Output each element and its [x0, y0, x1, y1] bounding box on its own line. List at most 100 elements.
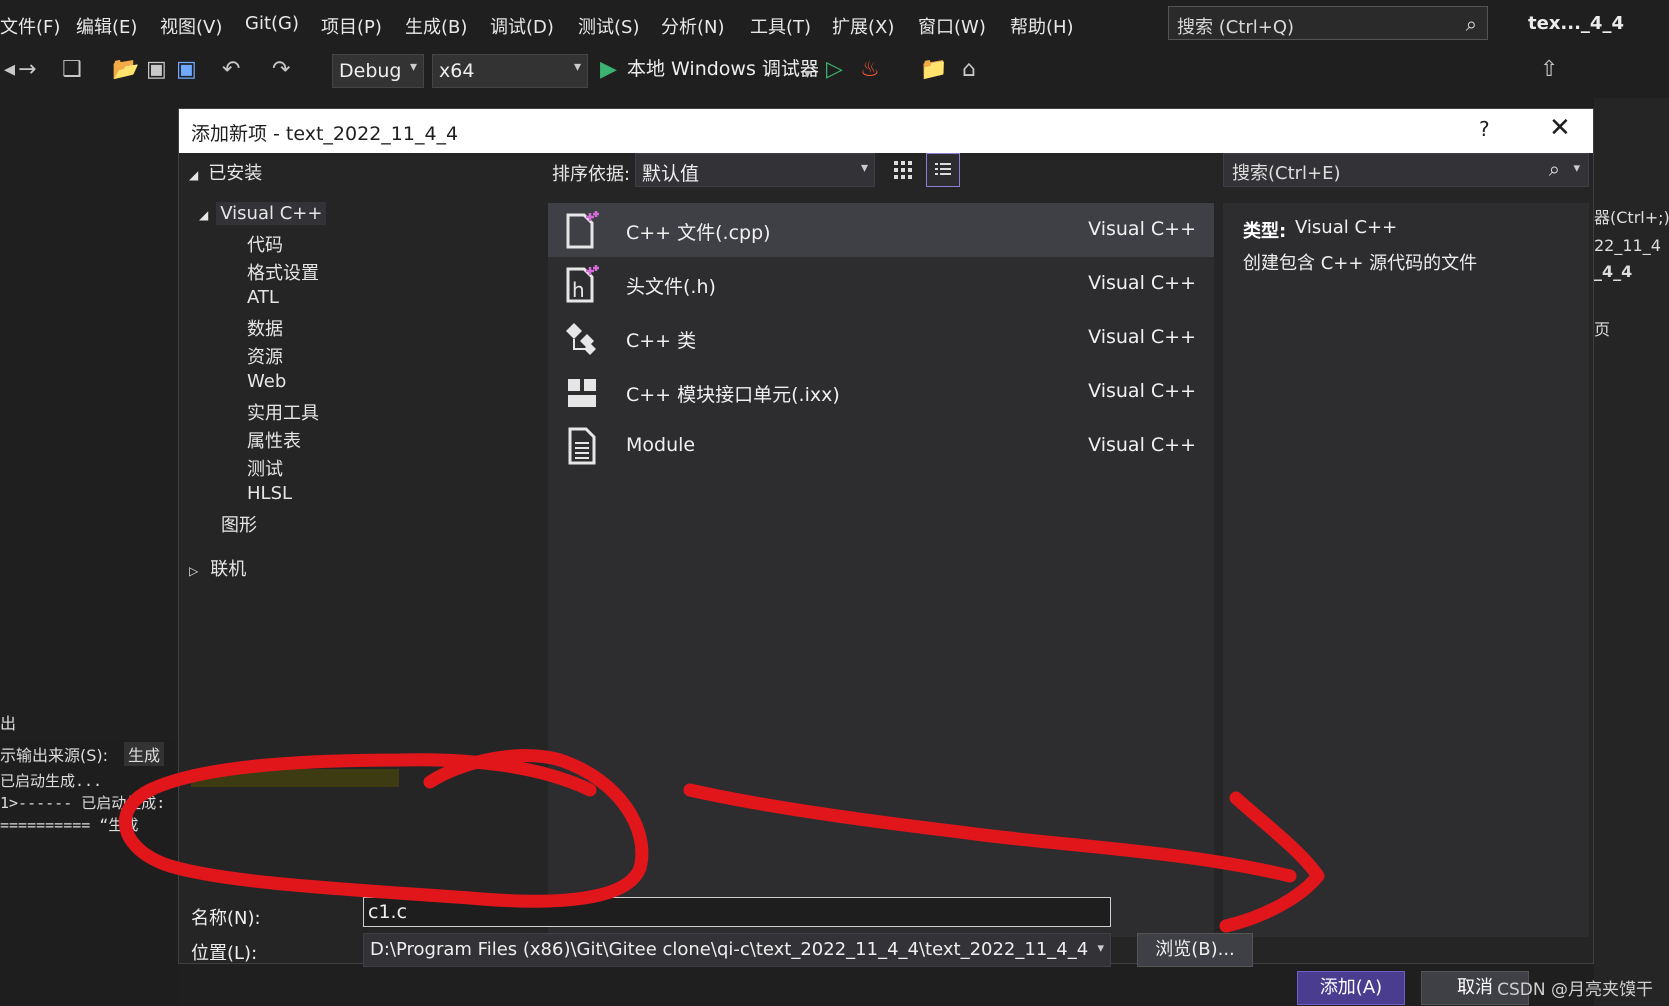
layout-icon[interactable]: ⌂: [962, 58, 976, 82]
tree-item-web[interactable]: Web: [247, 371, 286, 392]
tree-item-graphics[interactable]: 图形: [221, 511, 257, 537]
chevron-down-icon: ▾: [573, 59, 581, 75]
module-document-icon: [568, 427, 596, 465]
tree-item-property-sheets[interactable]: 属性表: [247, 427, 301, 453]
add-button[interactable]: 添加(A): [1297, 971, 1405, 1005]
chevron-down-icon[interactable]: ▾: [804, 62, 811, 86]
chevron-down-icon: ▾: [860, 160, 868, 176]
play-icon[interactable]: ▶: [600, 58, 617, 82]
output-source-label: 示输出来源(S):: [0, 746, 109, 765]
template-item-cpp[interactable]: C++ 文件(.cpp) Visual C++: [548, 203, 1214, 257]
menu-debug[interactable]: 调试(D): [490, 13, 554, 39]
menu-project[interactable]: 项目(P): [321, 13, 382, 39]
tree-item-atl[interactable]: ATL: [247, 287, 279, 308]
search-icon: ⌕: [1548, 157, 1560, 181]
new-project-icon[interactable]: ❑: [62, 58, 82, 82]
output-pane: 出 示输出来源(S): 生成 已启动生成... 1>------ 已启动生成: …: [0, 714, 178, 1006]
triangle-down-icon: ◢: [199, 208, 209, 222]
header-file-icon: h: [566, 265, 599, 303]
tree-installed-label: 已安装: [208, 163, 263, 184]
menu-git[interactable]: Git(G): [245, 13, 299, 34]
open-folder-icon[interactable]: 📂: [112, 58, 139, 82]
tree-visual-cpp-label: Visual C++: [216, 202, 327, 225]
help-button[interactable]: ?: [1479, 117, 1490, 141]
svg-text:h: h: [572, 278, 585, 302]
search-icon: ⌕: [1465, 12, 1477, 36]
description-text: 创建包含 C++ 源代码的文件: [1243, 253, 1478, 274]
menu-build[interactable]: 生成(B): [405, 13, 467, 39]
template-search-box[interactable]: 搜索(Ctrl+E) ⌕ ▾: [1223, 153, 1589, 187]
menu-tools[interactable]: 工具(T): [750, 13, 811, 39]
save-icon[interactable]: ▣: [146, 58, 167, 82]
grid-view-button[interactable]: [889, 155, 919, 185]
nav-back-icon[interactable]: ◂: [4, 58, 15, 82]
menu-test[interactable]: 测试(S): [578, 13, 639, 39]
tree-item-data[interactable]: 数据: [247, 315, 283, 341]
description-panel: 类型: Visual C++ 创建包含 C++ 源代码的文件: [1223, 203, 1589, 937]
description-type-value: Visual C++: [1295, 217, 1398, 238]
tree-visual-cpp[interactable]: ◢ Visual C++: [199, 202, 327, 225]
chevron-down-icon: ▾: [1097, 941, 1104, 956]
tree-online-label: 联机: [210, 559, 247, 580]
undo-icon[interactable]: ↶: [222, 58, 240, 82]
list-view-icon: [935, 163, 951, 175]
menu-analyze[interactable]: 分析(N): [661, 13, 725, 39]
global-search-box[interactable]: 搜索 (Ctrl+Q) ⌕: [1168, 6, 1488, 40]
menu-window[interactable]: 窗口(W): [918, 13, 986, 39]
cpp-file-icon: [566, 211, 599, 249]
platform-select[interactable]: x64 ▾: [432, 54, 588, 88]
tree-item-resource[interactable]: 资源: [247, 343, 283, 369]
nav-forward-icon[interactable]: →: [18, 58, 36, 82]
chevron-down-icon: ▾: [1573, 161, 1580, 176]
template-type: Visual C++: [1088, 272, 1196, 294]
tree-item-code[interactable]: 代码: [247, 231, 283, 257]
menu-extensions[interactable]: 扩展(X): [832, 13, 894, 39]
menu-file[interactable]: 文件(F): [0, 13, 60, 39]
bg-right-line: 器(Ctrl+;): [1594, 208, 1669, 227]
template-type: Visual C++: [1088, 380, 1196, 402]
sort-value: 默认值: [642, 163, 700, 185]
menu-bar: 文件(F) 编辑(E) 视图(V) Git(G) 项目(P) 生成(B) 调试(…: [0, 0, 1669, 48]
menu-view[interactable]: 视图(V): [160, 13, 222, 39]
tree-scroll-highlight: [191, 769, 399, 787]
menu-help[interactable]: 帮助(H): [1010, 13, 1074, 39]
template-name: Module: [626, 434, 696, 456]
share-icon[interactable]: ⇧: [1540, 58, 1558, 82]
add-new-item-dialog: 添加新项 - text_2022_11_4_4 ? ✕ ◢ 已安装 ◢ Visual…: [178, 108, 1594, 1005]
template-item-module-unit[interactable]: C++ 模块接口单元(.ixx) Visual C++: [548, 365, 1214, 419]
name-input[interactable]: [363, 897, 1111, 927]
output-title: 出: [0, 714, 17, 733]
template-item-class[interactable]: C++ 类 Visual C++: [548, 311, 1214, 365]
output-source-select[interactable]: 生成: [124, 742, 165, 766]
template-type: Visual C++: [1088, 218, 1196, 240]
hot-reload-icon[interactable]: ♨: [860, 58, 880, 82]
template-name: C++ 模块接口单元(.ixx): [626, 384, 840, 406]
folder-icon[interactable]: 📁: [920, 58, 947, 82]
redo-icon[interactable]: ↷: [272, 58, 290, 82]
name-label: 名称(N):: [191, 908, 261, 929]
run-without-debug-icon[interactable]: ▷: [826, 58, 843, 82]
template-item-module[interactable]: Module Visual C++: [548, 419, 1214, 473]
template-name: C++ 文件(.cpp): [626, 222, 771, 244]
global-search-placeholder: 搜索 (Ctrl+Q): [1177, 17, 1295, 38]
run-debugger-button[interactable]: 本地 Windows 调试器: [627, 57, 819, 81]
browse-button[interactable]: 浏览(B)...: [1137, 933, 1253, 967]
location-label: 位置(L):: [191, 943, 258, 964]
config-select[interactable]: Debug ▾: [332, 54, 424, 88]
close-button[interactable]: ✕: [1549, 113, 1571, 143]
tree-installed[interactable]: ◢ 已安装: [189, 159, 262, 185]
module-unit-icon: [568, 379, 596, 407]
bg-right-line: 22_11_4: [1594, 236, 1661, 255]
tree-item-format[interactable]: 格式设置: [247, 259, 319, 285]
save-all-icon[interactable]: ▣: [176, 58, 197, 82]
template-item-header[interactable]: h 头文件(.h) Visual C++: [548, 257, 1214, 311]
tree-item-test[interactable]: 测试: [247, 455, 283, 481]
sort-select[interactable]: 默认值 ▾: [635, 153, 875, 187]
template-name: C++ 类: [626, 330, 697, 352]
tree-online[interactable]: ▷ 联机: [189, 555, 246, 581]
tree-item-hlsl[interactable]: HLSL: [247, 483, 292, 504]
list-view-button[interactable]: [926, 153, 960, 187]
location-select[interactable]: D:\Program Files (x86)\Git\Gitee clone\q…: [363, 933, 1111, 967]
tree-item-utility[interactable]: 实用工具: [247, 399, 319, 425]
menu-edit[interactable]: 编辑(E): [76, 13, 137, 39]
